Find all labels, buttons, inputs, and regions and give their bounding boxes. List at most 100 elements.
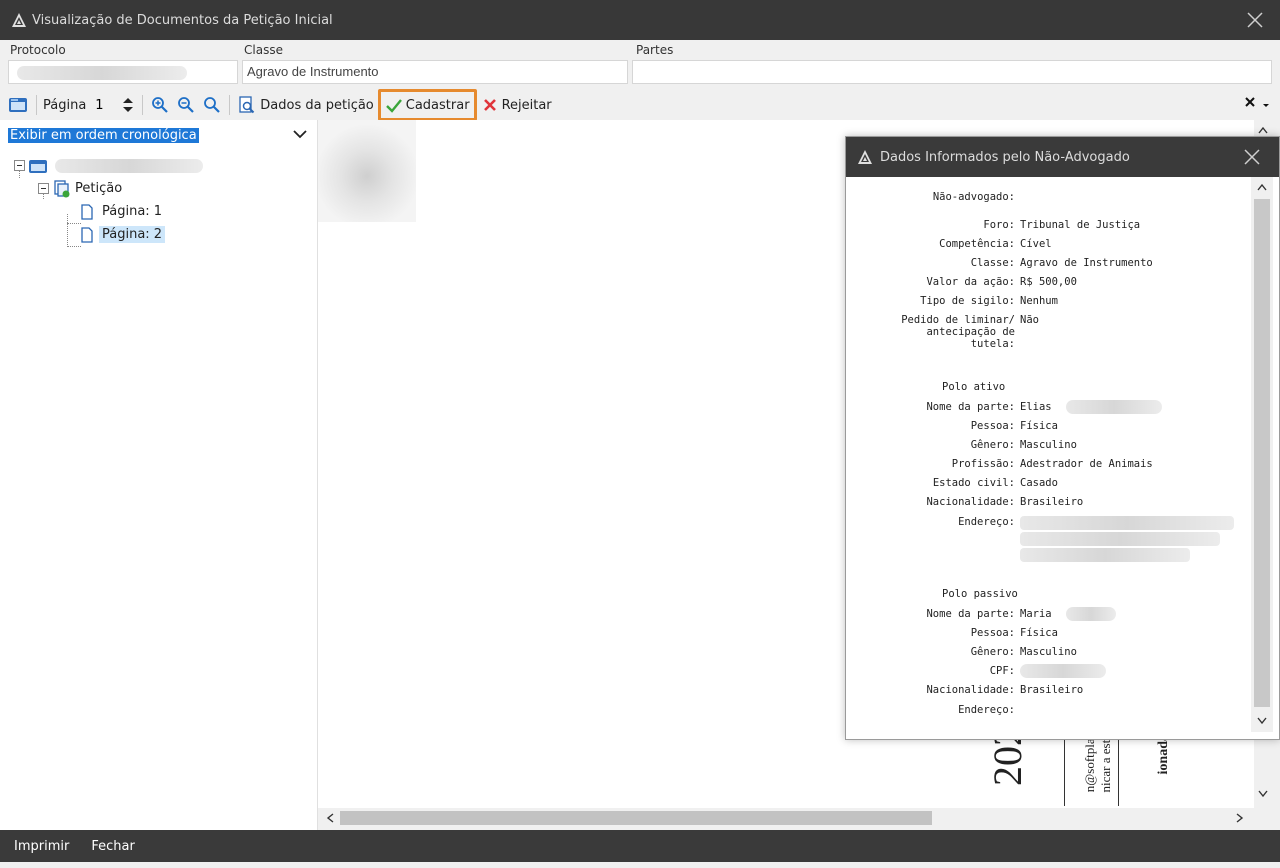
title-bar: Visualização de Documentos da Petição In… — [0, 0, 1280, 40]
field-value: Brasileiro — [1020, 496, 1084, 508]
field-value: Tribunal de Justiça — [1020, 219, 1141, 231]
protocolo-field[interactable] — [8, 60, 238, 84]
zoom-in-button[interactable] — [147, 92, 173, 118]
tree-root[interactable] — [14, 154, 203, 177]
rejeitar-button[interactable]: Rejeitar — [479, 92, 556, 118]
scroll-right-icon[interactable] — [1236, 813, 1244, 823]
redacted-root-label — [55, 158, 203, 173]
close-dialog-icon[interactable] — [1241, 146, 1263, 168]
document-text: ionada — [1156, 734, 1171, 775]
scroll-down-icon[interactable] — [1258, 790, 1268, 798]
field-key: Gênero: — [970, 439, 1015, 451]
field-key: Classe: — [970, 257, 1015, 269]
field-key: Pessoa: — [970, 627, 1015, 639]
tree-item-pagina-2[interactable]: Página: 2 — [14, 223, 203, 246]
app-logo-icon — [12, 13, 26, 27]
dialog-content: Não-advogado: Foro: Tribunal de Justiça C… — [846, 177, 1251, 732]
dialog-title-bar: Dados Informados pelo Não-Advogado — [846, 137, 1279, 177]
field-value: R$ 500,00 — [1020, 276, 1077, 288]
field-value: Não — [1020, 314, 1039, 326]
zoom-fit-button[interactable] — [199, 92, 225, 118]
field-value: Elias — [1020, 401, 1052, 413]
dados-peticao-label: Dados da petição — [260, 97, 374, 113]
document-text: nicar a este — [1098, 734, 1113, 793]
collapse-icon[interactable] — [38, 183, 49, 194]
window-title: Visualização de Documentos da Petição In… — [32, 12, 333, 28]
field-key: Nome da parte: — [926, 608, 1015, 620]
field-key: Endereço: — [958, 704, 1015, 716]
zoom-in-icon — [152, 97, 169, 113]
fechar-button[interactable]: Fechar — [91, 839, 134, 854]
field-key: Pedido de liminar/ antecipação de tutela… — [901, 314, 1015, 350]
document-tree-panel: Exibir em ordem cronológica Petição Pági… — [0, 120, 318, 830]
zoom-out-icon — [178, 97, 195, 113]
scroll-left-icon[interactable] — [326, 813, 334, 823]
dados-peticao-button[interactable]: Dados da petição — [234, 92, 377, 118]
scroll-up-icon[interactable] — [1258, 126, 1268, 134]
document-tree: Petição Página: 1 Página: 2 — [14, 154, 203, 247]
toggle-panel-button[interactable] — [4, 92, 32, 118]
close-window-icon[interactable] — [1244, 9, 1266, 31]
viewer-horizontal-scrollbar[interactable] — [318, 808, 1254, 828]
classe-label: Classe — [244, 43, 283, 57]
dropdown-small-icon[interactable] — [1262, 96, 1270, 108]
rejeitar-label: Rejeitar — [501, 97, 552, 113]
scroll-down-icon[interactable] — [1257, 717, 1267, 725]
tree-item-peticao[interactable]: Petição — [14, 177, 203, 200]
page-icon — [81, 226, 93, 243]
dialog-scrollbar[interactable] — [1251, 177, 1273, 732]
toolbar-separator — [229, 95, 231, 115]
redacted-surname — [1066, 607, 1116, 621]
field-value: Cível — [1020, 238, 1052, 250]
field-value: Adestrador de Animais — [1020, 458, 1153, 470]
collapse-icon[interactable] — [14, 160, 25, 171]
field-key: Pessoa: — [970, 420, 1015, 432]
imprimir-button[interactable]: Imprimir — [14, 839, 69, 854]
toolbar: Página 1 Dados da petição Cadastrar Reje… — [0, 89, 1280, 121]
footer-bar: Imprimir Fechar — [0, 830, 1280, 862]
field-value: Física — [1020, 420, 1058, 432]
redacted-address — [1020, 548, 1190, 562]
stepper-icon — [123, 98, 134, 112]
pagina-label: Página — [43, 97, 87, 113]
dialog-scroll-thumb[interactable] — [1254, 199, 1270, 707]
cadastrar-label: Cadastrar — [405, 97, 470, 113]
scroll-up-icon[interactable] — [1257, 183, 1267, 191]
order-select[interactable]: Exibir em ordem cronológica — [8, 124, 314, 146]
classe-field[interactable]: Agravo de Instrumento — [242, 60, 628, 84]
header-fields: Protocolo Classe Agravo de Instrumento P… — [0, 40, 1280, 90]
section-heading: Polo passivo — [942, 588, 1018, 600]
chevron-down-icon — [293, 130, 307, 139]
redacted-protocolo — [17, 65, 187, 80]
field-key: Estado civil: — [932, 477, 1015, 489]
toolbar-separator — [36, 95, 37, 115]
field-value: Nenhum — [1020, 295, 1058, 307]
order-select-value: Exibir em ordem cronológica — [8, 127, 199, 143]
partes-field[interactable] — [632, 60, 1272, 84]
horizontal-scroll-thumb[interactable] — [340, 811, 932, 825]
cadastrar-button[interactable]: Cadastrar — [377, 89, 477, 121]
dados-nao-advogado-dialog: Dados Informados pelo Não-Advogado Não-a… — [845, 136, 1280, 740]
redacted-surname — [1066, 400, 1162, 414]
field-key: Competência: — [939, 238, 1015, 250]
partes-label: Partes — [636, 43, 674, 57]
close-toolbar-icon[interactable] — [1244, 96, 1256, 108]
tree-label-pagina-2: Página: 2 — [99, 226, 166, 243]
document-search-icon — [239, 96, 255, 114]
reject-x-icon — [483, 99, 496, 111]
app-logo-icon — [858, 150, 872, 164]
tree-item-pagina-1[interactable]: Página: 1 — [14, 200, 203, 223]
field-key: Nome da parte: — [926, 401, 1015, 413]
redacted-address — [1020, 532, 1220, 546]
folder-icon — [29, 159, 47, 173]
redacted-cpf — [1020, 664, 1106, 678]
tree-line — [67, 246, 81, 247]
field-value: Física — [1020, 627, 1058, 639]
page-icon — [81, 203, 93, 220]
zoom-out-button[interactable] — [173, 92, 199, 118]
toolbar-right-controls — [1244, 96, 1270, 108]
page-stepper[interactable] — [118, 92, 138, 118]
field-key: Valor da ação: — [926, 276, 1015, 288]
field-key: Nacionalidade: — [926, 684, 1015, 696]
page-number-input[interactable] — [92, 95, 119, 115]
